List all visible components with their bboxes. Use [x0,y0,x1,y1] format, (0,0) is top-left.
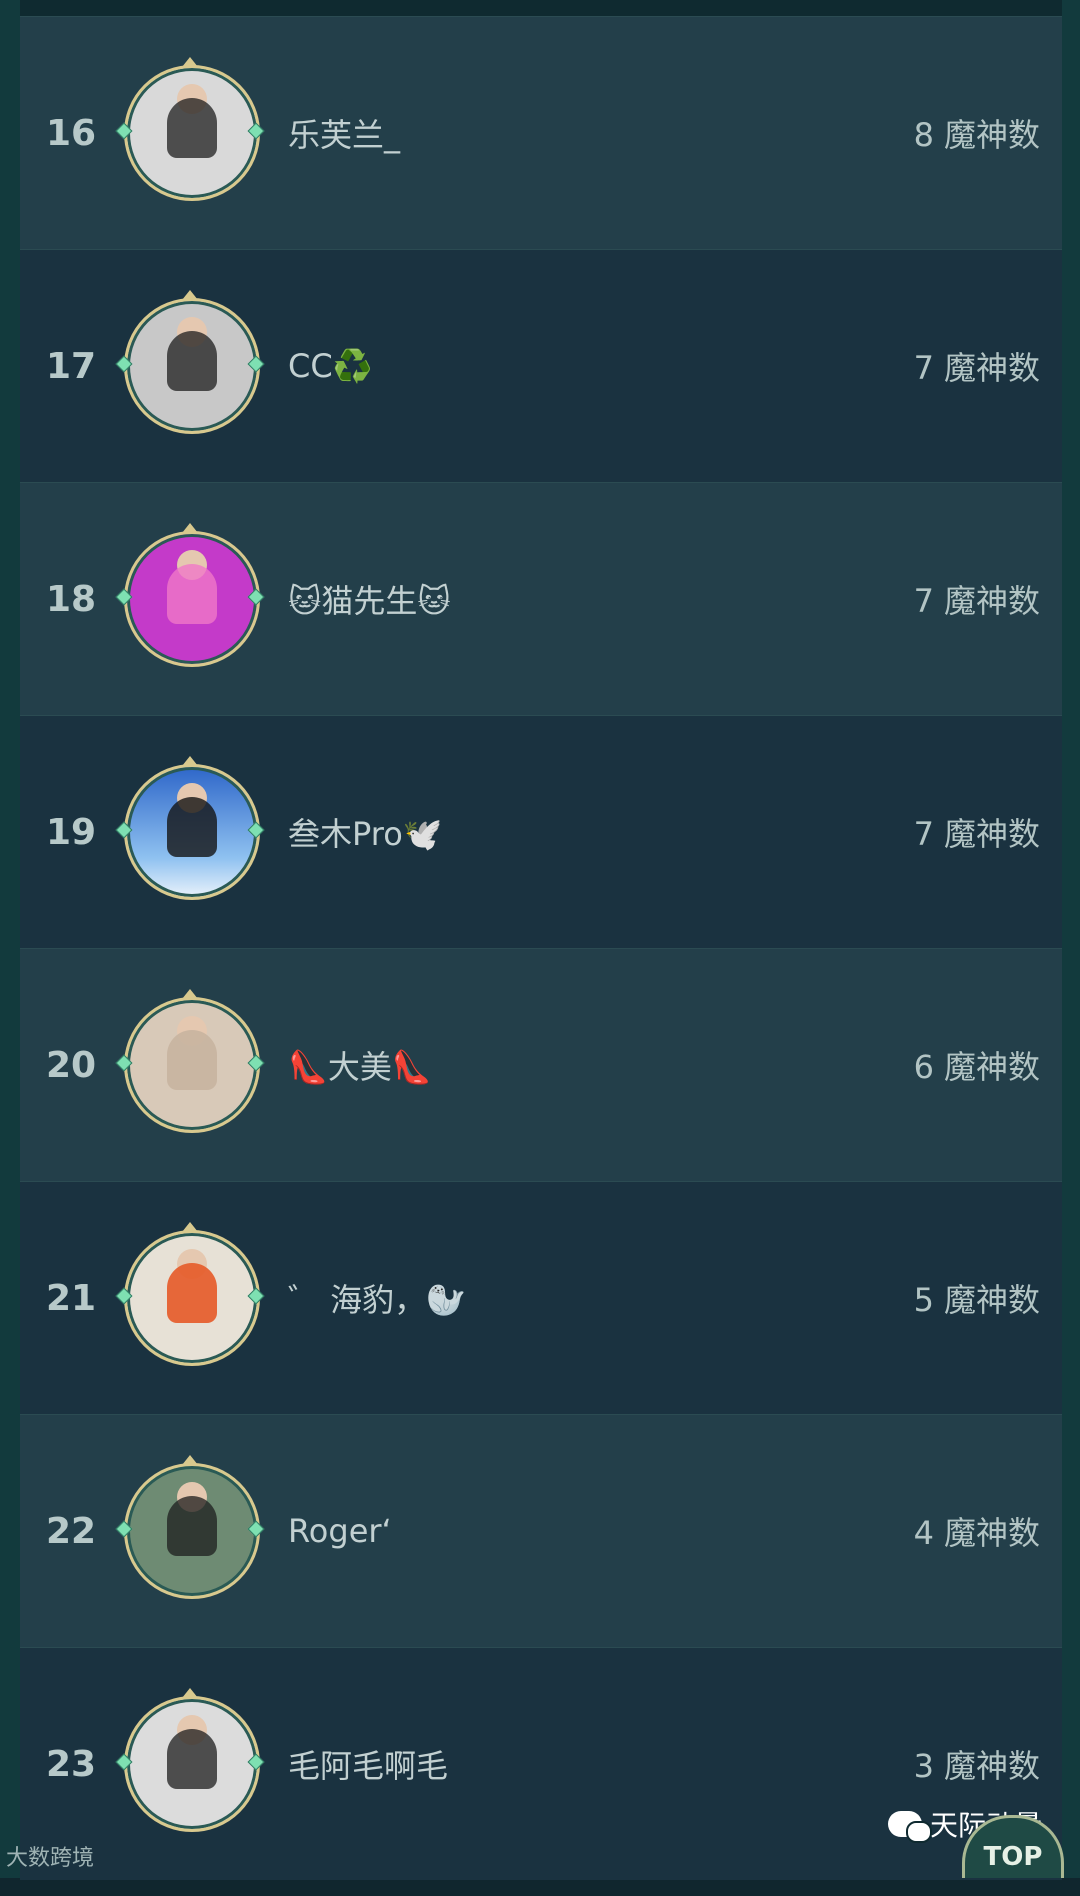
left-rail [0,0,20,1878]
rank-number: 17 [46,345,97,387]
ranking-screen: 16 乐芙兰_ 8 魔神数 17 CC♻️ 7 魔神数 18 🐱猫先生🐱 7 魔… [0,0,1080,1880]
user-name: 叁木Pro🕊️ [288,815,443,853]
score: 7 魔神数 [913,582,1040,620]
ranking-row[interactable]: 20 👠大美👠 6 魔神数 [20,948,1062,1181]
ranking-row[interactable]: 22 Roger‘ 4 魔神数 [20,1414,1062,1647]
rank-number: 21 [46,1277,97,1319]
score: 7 魔神数 [913,815,1040,853]
avatar[interactable] [115,1222,265,1366]
user-name: CC♻️ [288,347,373,385]
ranking-list: 16 乐芙兰_ 8 魔神数 17 CC♻️ 7 魔神数 18 🐱猫先生🐱 7 魔… [20,16,1062,1880]
user-name: 毛阿毛啊毛 [288,1747,449,1785]
right-rail [1062,0,1080,1878]
score: 7 魔神数 [913,349,1040,387]
score: 4 魔神数 [913,1514,1040,1552]
ranking-row[interactable]: 16 乐芙兰_ 8 魔神数 [20,16,1062,249]
wechat-icon [887,1811,932,1843]
avatar[interactable] [115,57,265,201]
user-name: 🐱猫先生🐱 [288,582,451,620]
avatar[interactable] [115,989,265,1133]
user-name: 乐芙兰_ [288,116,401,154]
avatar[interactable] [115,290,265,434]
score: 3 魔神数 [913,1747,1040,1785]
ranking-row[interactable]: 21 ゛ 海豹，🦭 5 魔神数 [20,1181,1062,1414]
ranking-row[interactable]: 19 叁木Pro🕊️ 7 魔神数 [20,715,1062,948]
rank-number: 18 [46,578,97,620]
user-name: 👠大美👠 [288,1048,432,1086]
rank-number: 23 [46,1743,97,1785]
score: 8 魔神数 [913,116,1040,154]
ranking-row[interactable]: 18 🐱猫先生🐱 7 魔神数 [20,482,1062,715]
avatar[interactable] [115,1688,265,1832]
avatar[interactable] [115,756,265,900]
score: 5 魔神数 [913,1281,1040,1319]
watermark-left: 大数跨境 [6,1846,95,1871]
avatar[interactable] [115,1455,265,1599]
ranking-row[interactable]: 17 CC♻️ 7 魔神数 [20,249,1062,482]
rank-number: 16 [46,112,97,154]
avatar[interactable] [115,523,265,667]
user-name: Roger‘ [288,1512,392,1550]
rank-number: 19 [46,811,97,853]
score: 6 魔神数 [913,1048,1040,1086]
user-name: ゛ 海豹，🦭 [288,1281,467,1319]
ranking-row[interactable]: 23 毛阿毛啊毛 3 魔神数 [20,1647,1062,1880]
rank-number: 22 [46,1510,97,1552]
rank-number: 20 [46,1044,97,1086]
